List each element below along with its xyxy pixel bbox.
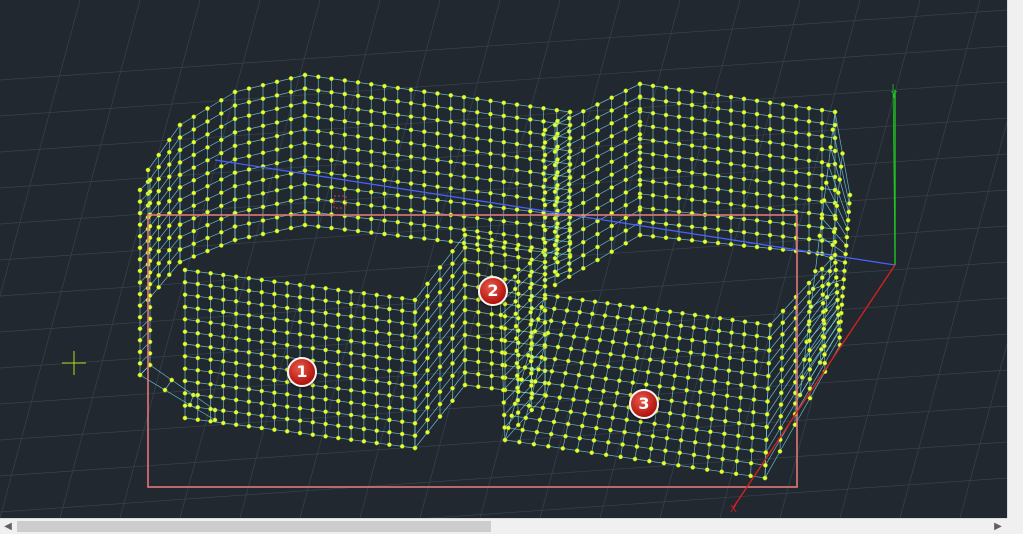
wall-corner-left-b: [177, 89, 238, 265]
wall-middle-block: [462, 232, 548, 398]
front-walls: [182, 232, 843, 481]
horizontal-scrollbar[interactable]: ◀ ▶: [0, 518, 1007, 534]
model-viewport[interactable]: Y X 1 2 3: [0, 0, 1007, 518]
wall-front-left-return: [412, 232, 468, 451]
arrow-right-icon[interactable]: ▶: [990, 519, 1006, 534]
wall-left-side: [137, 177, 153, 378]
arrow-left-icon[interactable]: ◀: [0, 519, 16, 534]
ucs-icon: Y X: [730, 83, 898, 515]
callout-badge-1: 1: [287, 357, 317, 387]
callout-badge-2: 2: [478, 276, 508, 306]
crosshair-icon: [62, 351, 86, 375]
vertical-scrollbar[interactable]: [1007, 0, 1023, 518]
callout-badge-3: 3: [629, 389, 659, 419]
scrollbar-corner: [1007, 518, 1023, 534]
axis-x-label: X: [730, 504, 737, 515]
wall-corner-left-a: [232, 72, 308, 243]
cad-window: Y X 1 2 3 ◀ ▶: [0, 0, 1023, 534]
axis-y-label: Y: [890, 90, 898, 101]
wall-back-left: [302, 72, 573, 258]
mesh-scene: Y X: [0, 0, 1007, 518]
horizontal-scroll-thumb[interactable]: [17, 521, 491, 532]
wall-left-corner-low: [137, 362, 218, 423]
